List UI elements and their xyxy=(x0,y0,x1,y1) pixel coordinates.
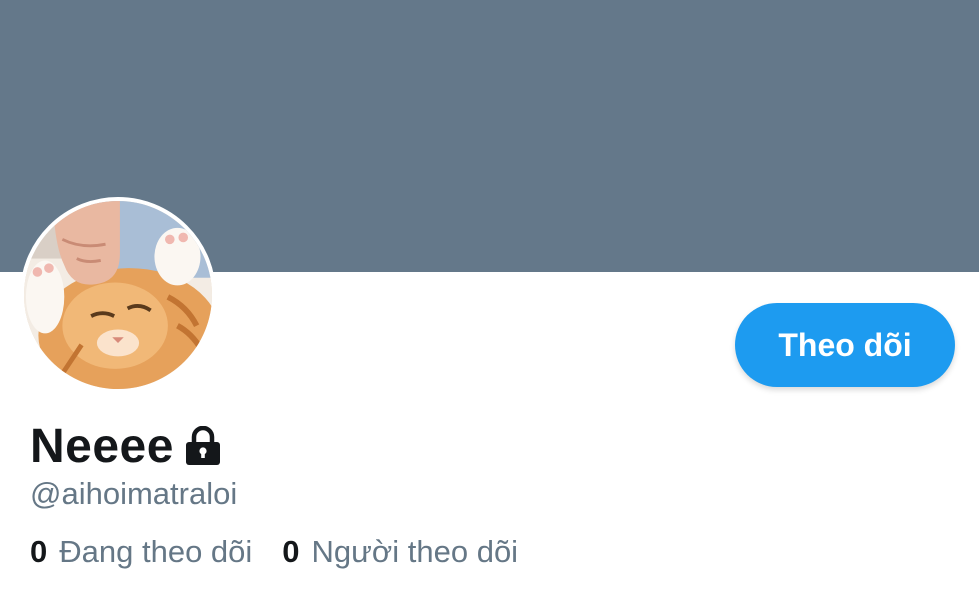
followers-stat[interactable]: 0 Người theo dõi xyxy=(282,534,518,570)
following-stat[interactable]: 0 Đang theo dõi xyxy=(30,534,252,570)
followers-count: 0 xyxy=(282,534,300,569)
profile-stats: 0 Đang theo dõi 0 Người theo dõi xyxy=(30,534,548,570)
following-label: Đang theo dõi xyxy=(59,534,253,569)
avatar-image xyxy=(24,201,212,389)
name-row: Neeee xyxy=(30,418,222,474)
display-name: Neeee xyxy=(30,419,174,473)
follow-button[interactable]: Theo dõi xyxy=(735,303,955,387)
lock-icon xyxy=(184,426,222,466)
following-count: 0 xyxy=(30,534,48,569)
username-handle: @aihoimatraloi xyxy=(30,476,238,511)
followers-label: Người theo dõi xyxy=(311,534,519,569)
avatar[interactable] xyxy=(20,197,216,393)
